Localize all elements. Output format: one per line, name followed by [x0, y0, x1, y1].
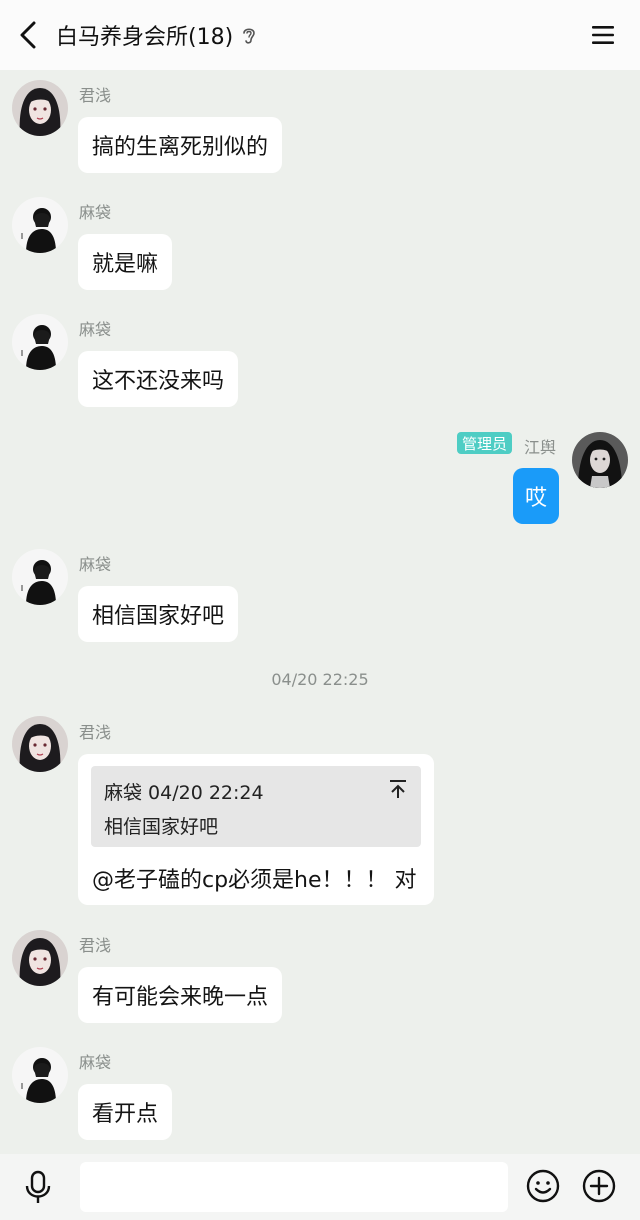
- chat-title: 白马养身会所(18): [56, 25, 234, 50]
- plus-circle-icon: [582, 1169, 616, 1203]
- jump-to-original-icon[interactable]: [387, 778, 409, 800]
- chat-timestamp: 04/20 22:25: [271, 670, 369, 689]
- message-bubble-own[interactable]: 哎: [513, 468, 560, 524]
- sender-name: 麻袋: [79, 1053, 112, 1072]
- avatar[interactable]: [572, 432, 628, 488]
- back-button[interactable]: [14, 20, 42, 50]
- quoted-message[interactable]: 麻袋 04/20 22:24 相信国家好吧: [91, 766, 421, 847]
- sender-name: 君浅: [79, 723, 112, 742]
- sender-name: 麻袋: [79, 203, 112, 222]
- sender-name: 麻袋: [79, 320, 112, 339]
- chevron-left-icon: [20, 21, 36, 49]
- avatar[interactable]: [12, 1047, 68, 1103]
- voice-button[interactable]: [22, 1170, 54, 1204]
- input-bar: [0, 1154, 640, 1220]
- message-bubble[interactable]: 就是嘛: [78, 234, 173, 290]
- hamburger-menu-icon: [592, 26, 614, 44]
- message-bubble[interactable]: 看开点: [78, 1084, 173, 1140]
- message-bubble[interactable]: 相信国家好吧: [78, 586, 239, 642]
- sender-name: 麻袋: [79, 555, 112, 574]
- emoji-icon: [526, 1169, 560, 1203]
- reply-message-bubble[interactable]: 麻袋 04/20 22:24 相信国家好吧 @老子磕的cp必须是he！！！ 对: [78, 754, 434, 905]
- emoji-button[interactable]: [526, 1169, 560, 1203]
- message-bubble[interactable]: 有可能会来晚一点: [78, 967, 283, 1023]
- chat-title-area[interactable]: 白马养身会所(18): [56, 0, 257, 70]
- more-button[interactable]: [582, 1169, 616, 1203]
- quoted-message-text: 相信国家好吧: [104, 816, 219, 838]
- quoted-message-meta: 麻袋 04/20 22:24: [104, 782, 264, 804]
- message-bubble[interactable]: 这不还没来吗: [78, 351, 239, 407]
- avatar[interactable]: [12, 80, 68, 136]
- microphone-icon: [25, 1170, 51, 1203]
- sender-name: 君浅: [79, 86, 112, 105]
- message-input[interactable]: [80, 1162, 508, 1212]
- avatar[interactable]: [12, 197, 68, 253]
- menu-button[interactable]: [590, 22, 616, 48]
- avatar[interactable]: [12, 314, 68, 370]
- admin-badge: 管理员: [457, 432, 513, 454]
- avatar[interactable]: [12, 930, 68, 986]
- sender-name: 江舆: [524, 438, 557, 457]
- chat-header: 白马养身会所(18): [0, 0, 640, 70]
- avatar[interactable]: [12, 716, 68, 772]
- ear-icon: [243, 28, 255, 44]
- avatar[interactable]: [12, 549, 68, 605]
- message-bubble[interactable]: 搞的生离死别似的: [78, 117, 283, 173]
- reply-text: @老子磕的cp必须是he！！！ 对: [92, 868, 417, 893]
- sender-name: 君浅: [79, 936, 112, 955]
